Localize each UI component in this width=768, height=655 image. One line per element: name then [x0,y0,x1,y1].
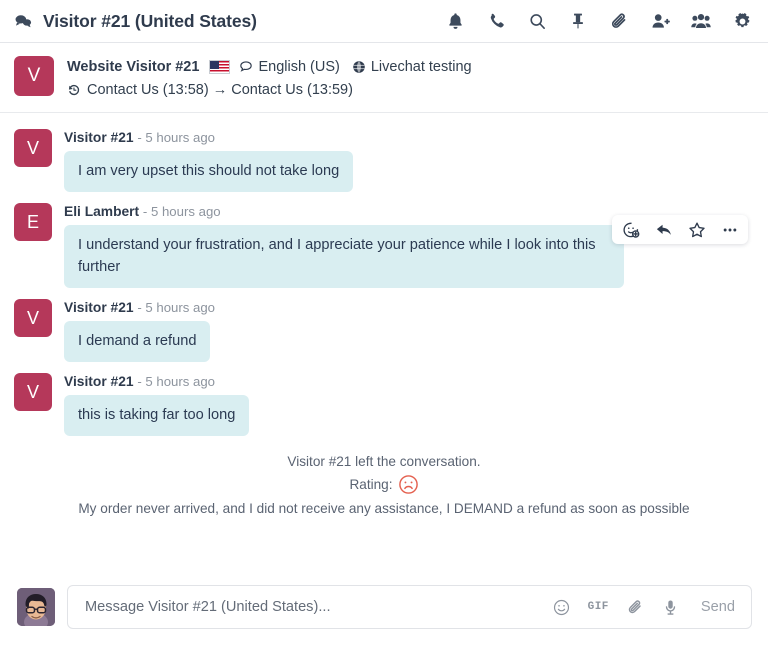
message-author[interactable]: Visitor #21 [64,374,134,389]
message-composer[interactable]: GIF Send [67,585,752,629]
settings-gear-icon[interactable] [732,11,752,31]
attachment-paperclip-icon[interactable] [627,599,644,616]
message-timestamp: - 5 hours ago [142,204,221,219]
send-button[interactable]: Send [701,599,735,615]
message-author[interactable]: Visitor #21 [64,300,134,315]
left-conversation-notice: Visitor #21 left the conversation. [287,454,481,469]
message-bubble: I understand your frustration, and I app… [64,225,624,288]
message-avatar: V [14,373,52,411]
microphone-icon[interactable] [662,599,679,616]
visitor-history-row: Contact Us (13:58) → Contact Us (13:59) [67,80,472,100]
message-body: Visitor #21 - 5 hours ago I demand a ref… [64,299,752,362]
message-body: Visitor #21 - 5 hours ago I am very upse… [64,129,752,192]
composer-tools: GIF Send [553,599,735,616]
page-title: Visitor #21 (United States) [43,10,257,31]
rating-row: Rating: [0,474,768,495]
visitor-name: Website Visitor #21 [67,59,200,75]
emoji-smiley-icon[interactable] [553,599,570,616]
visitor-site-label: Livechat testing [370,59,472,75]
message-input[interactable] [85,599,541,615]
visitor-summary-row: Website Visitor #21 English (US) Livecha… [67,57,472,77]
message-bubble: I demand a refund [64,321,211,362]
visitor-language-label: English (US) [258,59,340,75]
globe-icon [353,61,365,73]
add-user-icon[interactable] [650,11,670,31]
add-reaction-icon[interactable] [621,220,640,239]
composer-area: GIF Send [0,585,768,629]
message-timestamp: - 5 hours ago [137,300,216,315]
message-item: E Eli Lambert - 5 hours ago I understand… [0,197,768,293]
rating-label: Rating: [349,477,393,492]
message-author[interactable]: Eli Lambert [64,204,139,219]
conversation-header: Visitor #21 (United States) [0,0,768,43]
pin-icon[interactable] [568,11,588,31]
agent-avatar[interactable] [17,588,55,626]
message-bubble: I am very upset this should not take lon… [64,151,354,192]
message-item: V Visitor #21 - 5 hours ago this is taki… [0,367,768,441]
search-icon[interactable] [527,11,547,31]
us-flag-icon [209,60,231,74]
chat-bubbles-icon [14,12,32,30]
visitor-avatar: V [14,56,54,96]
message-item: V Visitor #21 - 5 hours ago I am very up… [0,123,768,197]
message-list: V Visitor #21 - 5 hours ago I am very up… [0,113,768,519]
reply-arrow-icon[interactable] [654,220,673,239]
message-timestamp: - 5 hours ago [137,130,216,145]
message-hover-toolbar [612,215,748,244]
message-avatar: E [14,203,52,241]
message-header: Visitor #21 - 5 hours ago [64,373,752,391]
sad-face-icon [398,475,418,494]
visitor-site: Livechat testing [352,57,472,77]
visitor-language: English (US) [239,57,340,77]
header-action-bar [445,11,752,31]
visitor-history-label: Contact Us (13:58) → Contact Us (13:59) [87,82,353,98]
attachment-paperclip-icon[interactable] [609,11,629,31]
message-body: Visitor #21 - 5 hours ago this is taking… [64,373,752,436]
notifications-bell-icon[interactable] [445,11,465,31]
header-title-group: Visitor #21 (United States) [14,11,257,32]
members-group-icon[interactable] [691,11,711,31]
rating-comment: My order never arrived, and I did not re… [78,501,690,516]
history-clock-icon [68,84,80,96]
message-avatar: V [14,129,52,167]
message-avatar: V [14,299,52,337]
visitor-details: Website Visitor #21 English (US) Livecha… [67,56,472,100]
speech-bubble-icon [240,61,253,72]
visitor-info-panel: V Website Visitor #21 English (US) Livec… [0,43,768,113]
message-bubble: this is taking far too long [64,395,250,436]
message-author[interactable]: Visitor #21 [64,130,134,145]
more-options-icon[interactable] [720,220,739,239]
message-header: Visitor #21 - 5 hours ago [64,299,752,317]
phone-call-icon[interactable] [486,11,506,31]
gif-icon[interactable]: GIF [588,601,609,613]
message-timestamp: - 5 hours ago [137,374,216,389]
message-header: Visitor #21 - 5 hours ago [64,129,752,147]
star-icon[interactable] [687,220,706,239]
message-item: V Visitor #21 - 5 hours ago I demand a r… [0,293,768,367]
